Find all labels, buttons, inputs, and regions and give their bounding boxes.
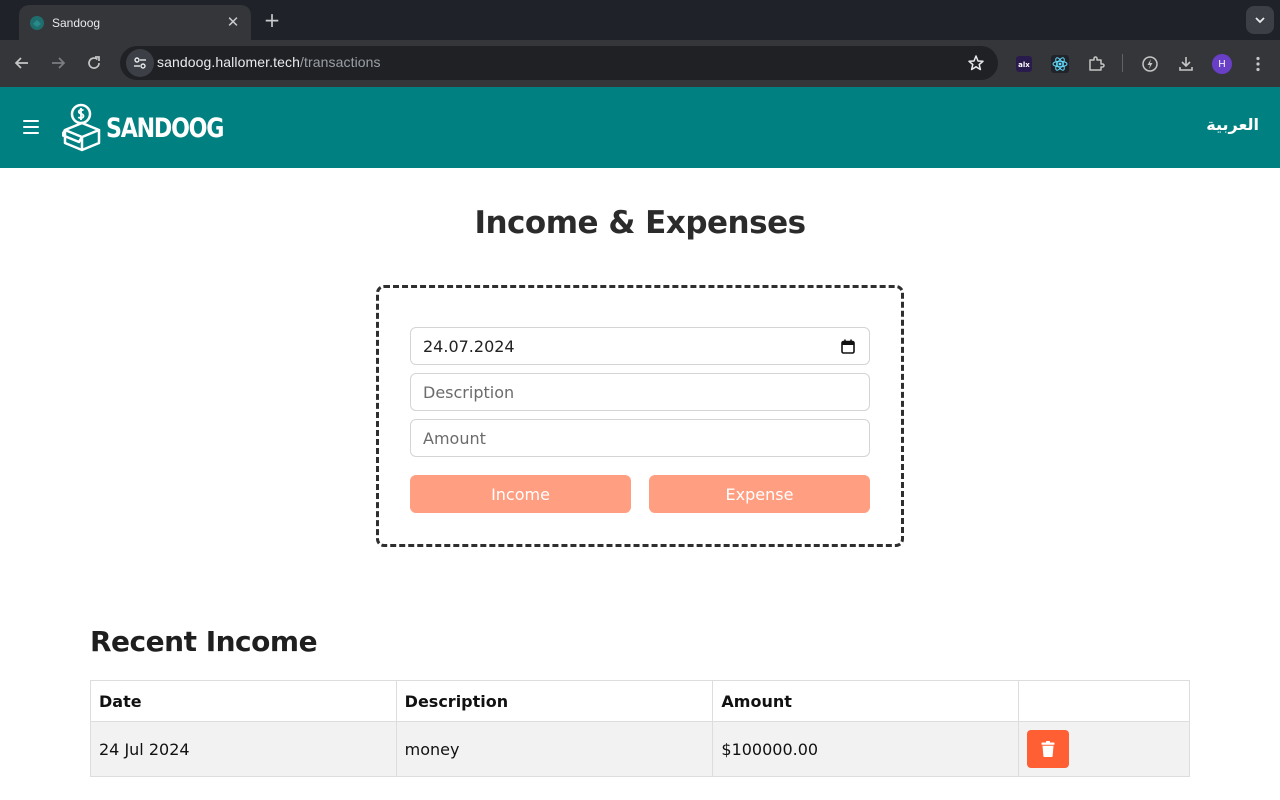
amount-input[interactable]: Amount	[410, 419, 870, 457]
column-header-amount: Amount	[712, 680, 1020, 722]
recent-income-table: Date Description Amount 24 Jul 2024 mone…	[90, 680, 1190, 777]
tab-search-icon[interactable]	[1246, 6, 1274, 34]
column-header-date: Date	[90, 680, 397, 722]
column-header-actions	[1018, 680, 1190, 722]
calendar-icon[interactable]	[841, 339, 855, 354]
browser-toolbar: sandoog.hallomer.tech/transactions alx H	[0, 40, 1280, 87]
menu-icon[interactable]	[23, 120, 41, 136]
app-header: SANDOOG العربية	[0, 87, 1280, 168]
browser-menu-icon[interactable]	[1247, 53, 1269, 75]
close-tab-icon[interactable]: ✕	[223, 12, 243, 32]
recent-income-title: Recent Income	[90, 625, 318, 658]
trash-icon	[1041, 741, 1055, 757]
url-text: sandoog.hallomer.tech/transactions	[157, 54, 381, 70]
tab-title: Sandoog	[52, 15, 101, 30]
reload-icon[interactable]	[82, 51, 106, 75]
back-icon[interactable]	[10, 51, 34, 75]
new-tab-icon[interactable]: +	[261, 8, 283, 32]
alx-extension-icon[interactable]: alx	[1013, 53, 1035, 75]
income-button[interactable]: Income	[410, 475, 631, 513]
brand-name[interactable]: SANDOOG	[106, 113, 224, 144]
download-icon[interactable]	[1175, 53, 1197, 75]
table-row: 24 Jul 2024 money $100000.00	[90, 721, 1190, 777]
cell-amount: $100000.00	[712, 721, 1020, 777]
react-devtools-icon[interactable]	[1049, 53, 1071, 75]
bookmark-star-icon[interactable]	[966, 53, 986, 73]
svg-text:alx: alx	[1018, 61, 1030, 69]
browser-tab-bar: Sandoog ✕ +	[0, 0, 1280, 40]
description-input[interactable]: Description	[410, 373, 870, 411]
table-header-row: Date Description Amount	[90, 680, 1190, 722]
date-value: 24.07.2024	[423, 336, 515, 356]
favicon-icon	[29, 15, 45, 31]
column-header-description: Description	[395, 680, 714, 722]
delete-button[interactable]	[1027, 730, 1070, 768]
extensions-puzzle-icon[interactable]	[1085, 53, 1107, 75]
cell-description: money	[395, 721, 714, 777]
browser-tab[interactable]: Sandoog ✕	[19, 5, 251, 40]
site-settings-icon[interactable]	[126, 49, 154, 77]
cell-date: 24 Jul 2024	[90, 721, 397, 777]
date-input[interactable]: 24.07.2024	[410, 327, 870, 365]
profile-avatar[interactable]: H	[1211, 53, 1233, 75]
transaction-form: 24.07.2024 Description Amount Income Exp…	[376, 285, 904, 547]
logo-icon[interactable]	[60, 102, 102, 152]
address-bar[interactable]: sandoog.hallomer.tech/transactions	[120, 46, 998, 80]
performance-icon[interactable]	[1139, 53, 1161, 75]
page-title: Income & Expenses	[474, 205, 806, 241]
profile-initial: H	[1218, 58, 1226, 70]
cell-actions	[1018, 721, 1190, 777]
toolbar-separator	[1122, 54, 1123, 72]
language-toggle[interactable]: العربية	[1206, 115, 1259, 134]
forward-icon[interactable]	[46, 51, 70, 75]
expense-button[interactable]: Expense	[649, 475, 870, 513]
